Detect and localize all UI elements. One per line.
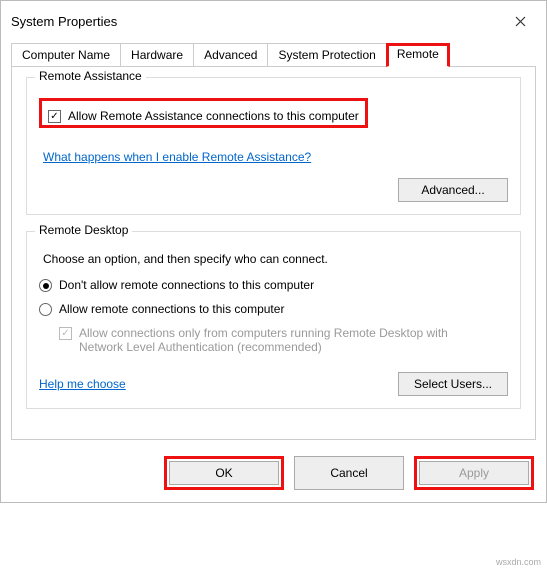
remote-desktop-group: Remote Desktop Choose an option, and the… bbox=[26, 231, 521, 409]
apply-button: Apply bbox=[419, 461, 529, 485]
titlebar: System Properties bbox=[1, 1, 546, 39]
tab-system-protection[interactable]: System Protection bbox=[267, 43, 386, 66]
cancel-button[interactable]: Cancel bbox=[294, 456, 404, 490]
radio-allow-label: Allow remote connections to this compute… bbox=[59, 302, 284, 316]
checkbox-icon: ✓ bbox=[48, 110, 61, 123]
checkbox-icon: ✓ bbox=[59, 327, 72, 340]
tab-remote-pane: Remote Assistance ✓ Allow Remote Assista… bbox=[11, 67, 536, 440]
radio-dont-allow[interactable]: Don't allow remote connections to this c… bbox=[39, 278, 508, 292]
ok-highlight: OK bbox=[164, 456, 284, 490]
watermark: wsxdn.com bbox=[496, 557, 541, 567]
radio-dont-allow-label: Don't allow remote connections to this c… bbox=[59, 278, 314, 292]
remote-assistance-help-link[interactable]: What happens when I enable Remote Assist… bbox=[43, 150, 311, 164]
tab-hardware[interactable]: Hardware bbox=[120, 43, 194, 66]
radio-allow[interactable]: Allow remote connections to this compute… bbox=[39, 302, 508, 316]
help-me-choose-link[interactable]: Help me choose bbox=[39, 377, 126, 391]
allow-remote-assistance-highlight: ✓ Allow Remote Assistance connections to… bbox=[39, 98, 368, 128]
select-users-button[interactable]: Select Users... bbox=[398, 372, 508, 396]
ok-button[interactable]: OK bbox=[169, 461, 279, 485]
tab-computer-name[interactable]: Computer Name bbox=[11, 43, 121, 66]
apply-highlight: Apply bbox=[414, 456, 534, 490]
remote-desktop-title: Remote Desktop bbox=[35, 223, 132, 237]
allow-remote-assistance-label: Allow Remote Assistance connections to t… bbox=[68, 109, 359, 123]
close-icon[interactable] bbox=[504, 9, 536, 33]
window-title: System Properties bbox=[11, 14, 117, 29]
advanced-button[interactable]: Advanced... bbox=[398, 178, 508, 202]
radio-icon bbox=[39, 303, 52, 316]
tab-remote[interactable]: Remote bbox=[386, 43, 450, 67]
nla-checkbox: ✓ Allow connections only from computers … bbox=[59, 326, 508, 354]
radio-icon bbox=[39, 279, 52, 292]
allow-remote-assistance-checkbox[interactable]: ✓ Allow Remote Assistance connections to… bbox=[48, 109, 359, 123]
dialog-buttons: OK Cancel Apply bbox=[1, 448, 546, 502]
remote-assistance-group: Remote Assistance ✓ Allow Remote Assista… bbox=[26, 77, 521, 215]
tab-strip: Computer Name Hardware Advanced System P… bbox=[11, 43, 536, 67]
nla-checkbox-label: Allow connections only from computers ru… bbox=[79, 326, 479, 354]
tab-advanced[interactable]: Advanced bbox=[193, 43, 268, 66]
system-properties-window: System Properties Computer Name Hardware… bbox=[0, 0, 547, 503]
remote-desktop-description: Choose an option, and then specify who c… bbox=[43, 252, 508, 266]
remote-assistance-title: Remote Assistance bbox=[35, 69, 146, 83]
